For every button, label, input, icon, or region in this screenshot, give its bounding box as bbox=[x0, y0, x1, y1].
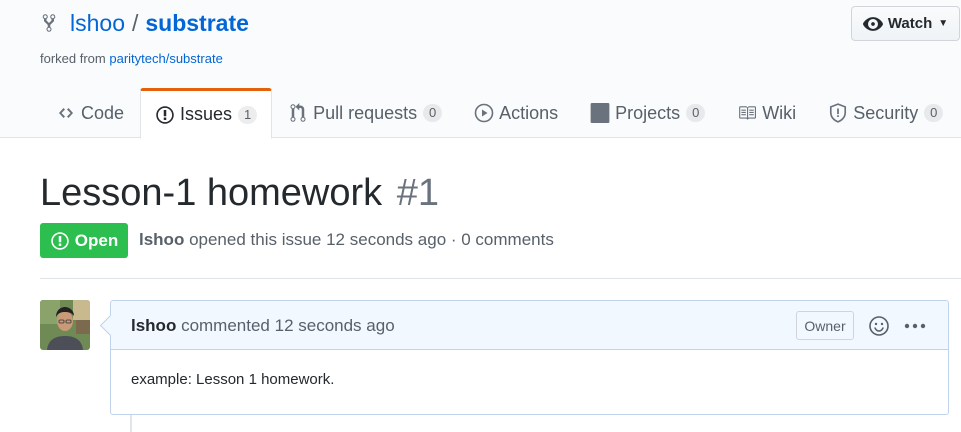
security-count-badge: 0 bbox=[924, 104, 944, 122]
repo-separator: / bbox=[131, 10, 139, 36]
chevron-down-icon: ▼ bbox=[938, 18, 949, 29]
forked-from-note: forked from paritytech/substrate bbox=[40, 51, 223, 66]
code-icon bbox=[56, 103, 76, 123]
comment-body: example: Lesson 1 homework. bbox=[131, 371, 335, 388]
tab-projects[interactable]: Projects 0 bbox=[574, 88, 721, 138]
tab-wiki[interactable]: Wiki bbox=[721, 88, 812, 138]
issue-meta: lshoo opened this issue 12 seconds ago ·… bbox=[139, 230, 554, 250]
repo-header: lshoo / substrate forked from paritytech… bbox=[0, 0, 961, 139]
issues-count-badge: 1 bbox=[238, 105, 258, 124]
issue-title-heading: Lesson-1 homework #1 bbox=[40, 170, 439, 216]
tab-code[interactable]: Code bbox=[40, 88, 140, 138]
issue-title: Lesson-1 homework bbox=[40, 172, 383, 214]
tab-label: Wiki bbox=[762, 102, 797, 123]
comment-box: lshoo commented 12 seconds ago Owner exa… bbox=[110, 300, 949, 415]
smiley-reaction-icon[interactable] bbox=[868, 315, 890, 337]
play-icon bbox=[474, 103, 494, 123]
book-icon bbox=[737, 103, 757, 123]
forked-from-label: forked from bbox=[40, 51, 110, 66]
issue-opened-icon bbox=[50, 231, 70, 251]
pull-request-icon bbox=[288, 103, 308, 123]
tab-label: Pull requests bbox=[313, 102, 418, 123]
issue-author-link[interactable]: lshoo bbox=[139, 230, 184, 249]
repo-forked-icon bbox=[40, 13, 58, 33]
tab-issues[interactable]: Issues 1 bbox=[140, 88, 273, 139]
repo-title: lshoo / substrate bbox=[40, 9, 249, 37]
projects-count-badge: 0 bbox=[686, 104, 706, 122]
comment-author-link[interactable]: lshoo bbox=[131, 316, 176, 335]
shield-icon bbox=[828, 103, 848, 123]
tab-label: Projects bbox=[615, 102, 681, 123]
tab-label: Issues bbox=[180, 104, 233, 124]
comment-meta: lshoo commented 12 seconds ago bbox=[131, 316, 395, 336]
issue-opened-icon bbox=[155, 105, 175, 125]
timeline-line bbox=[130, 415, 132, 432]
header-divider bbox=[40, 278, 961, 279]
watch-label: Watch bbox=[887, 15, 933, 32]
tab-label: Code bbox=[81, 102, 125, 123]
repo-nav-tabs: Code Issues 1 Pull requests 0 Actions Pr… bbox=[40, 88, 961, 139]
tab-label: Security bbox=[853, 102, 919, 123]
forked-from-link[interactable]: paritytech/substrate bbox=[109, 51, 222, 66]
issue-number: #1 bbox=[396, 172, 440, 214]
tab-label: Actions bbox=[499, 102, 559, 123]
tab-pull-requests[interactable]: Pull requests 0 bbox=[272, 88, 458, 138]
watch-button[interactable]: Watch ▼ bbox=[851, 6, 960, 41]
repo-owner-link[interactable]: lshoo bbox=[70, 9, 125, 37]
comment-action-text: commented 12 seconds ago bbox=[176, 316, 395, 335]
eye-icon bbox=[862, 16, 883, 31]
comment-header: lshoo commented 12 seconds ago Owner bbox=[111, 301, 948, 350]
kebab-horizontal-icon[interactable] bbox=[903, 315, 927, 337]
tab-security[interactable]: Security 0 bbox=[812, 88, 959, 138]
issue-state-badge: Open bbox=[40, 223, 128, 258]
repo-name-link[interactable]: substrate bbox=[145, 9, 249, 37]
issue-state-label: Open bbox=[74, 230, 119, 250]
avatar[interactable] bbox=[40, 300, 90, 350]
owner-badge: Owner bbox=[796, 311, 854, 340]
issue-meta-text: opened this issue 12 seconds ago · 0 com… bbox=[184, 230, 554, 249]
project-icon bbox=[590, 103, 610, 123]
pull-requests-count-badge: 0 bbox=[423, 104, 443, 122]
tab-actions[interactable]: Actions bbox=[458, 88, 574, 138]
